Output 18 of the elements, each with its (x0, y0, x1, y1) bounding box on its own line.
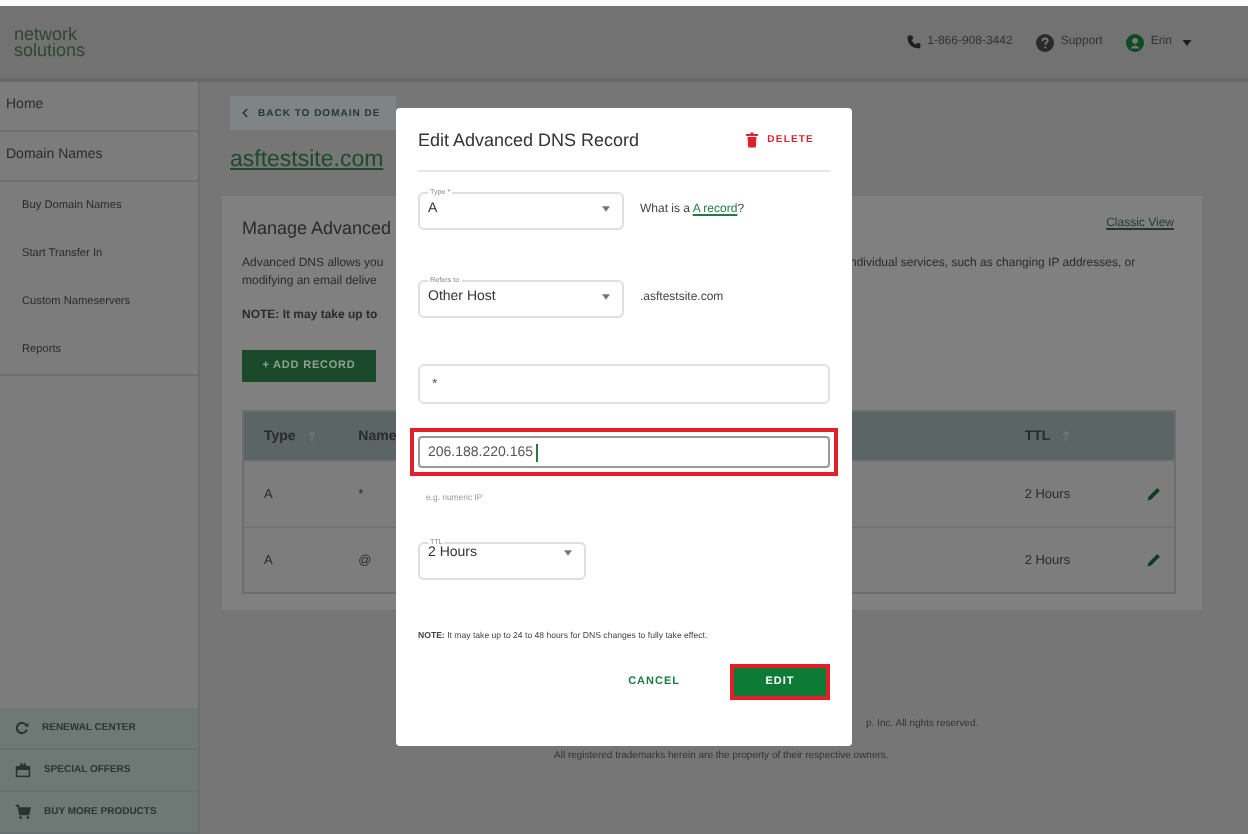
phone-icon (905, 34, 922, 50)
chevron-left-icon (242, 108, 248, 118)
edit-pencil-icon[interactable] (1146, 552, 1163, 568)
user-avatar-icon (1126, 33, 1145, 51)
dropdown-arrow-icon (602, 294, 610, 300)
logo[interactable]: network solutions (14, 26, 86, 58)
cart-icon (14, 804, 32, 820)
edit-pencil-icon[interactable] (1146, 486, 1163, 502)
trash-icon (745, 131, 758, 147)
dropdown-arrow-icon (602, 206, 610, 212)
gift-box-icon (14, 762, 32, 778)
dialog-title: Edit Advanced DNS Record (418, 129, 640, 149)
caret-icon (1182, 39, 1192, 45)
card-title: Manage Advanced (242, 218, 394, 238)
refresh-icon (14, 720, 30, 736)
help-icon (1036, 33, 1055, 51)
dropdown-arrow-icon (564, 550, 572, 556)
domain-title: asftestsite.com (230, 148, 384, 172)
